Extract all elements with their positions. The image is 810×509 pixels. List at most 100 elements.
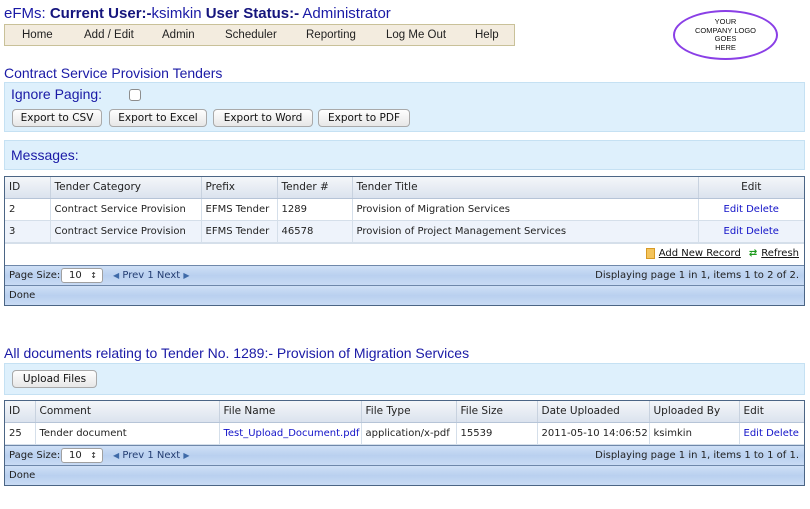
export-csv-button[interactable]: Export to CSV bbox=[12, 109, 102, 127]
page-size-value: 10 bbox=[69, 449, 82, 461]
cell-prefix: EFMS Tender bbox=[201, 220, 278, 243]
edit-link[interactable]: Edit bbox=[744, 428, 763, 439]
col-file-name[interactable]: File Name bbox=[219, 401, 362, 423]
export-pdf-button[interactable]: Export to PDF bbox=[318, 109, 410, 127]
status-text: Done bbox=[9, 469, 36, 481]
status-row: Done bbox=[5, 464, 804, 485]
ignore-paging-label: Ignore Paging: bbox=[11, 86, 103, 102]
cell-uploaded-by: ksimkin bbox=[649, 422, 740, 445]
cell-id: 2 bbox=[5, 198, 51, 221]
cell-actions: Edit Delete bbox=[698, 198, 804, 221]
logo-line: HERE bbox=[715, 42, 736, 52]
cell-file-type: application/x-pdf bbox=[361, 422, 457, 445]
nav-scheduler[interactable]: Scheduler bbox=[225, 29, 277, 41]
export-excel-button[interactable]: Export to Excel bbox=[109, 109, 207, 127]
main-nav: Home Add / Edit Admin Scheduler Reportin… bbox=[4, 24, 515, 46]
cell-id: 3 bbox=[5, 220, 51, 243]
add-record-icon bbox=[645, 247, 655, 259]
upload-files-button[interactable]: Upload Files bbox=[12, 370, 97, 388]
tenders-title: Contract Service Provision Tenders bbox=[4, 65, 223, 81]
cell-file-name: Test_Upload_Document.pdf bbox=[219, 422, 362, 445]
col-edit: Edit bbox=[698, 177, 804, 199]
nav-log-me-out[interactable]: Log Me Out bbox=[386, 29, 446, 41]
nav-help[interactable]: Help bbox=[475, 29, 499, 41]
delete-link[interactable]: Delete bbox=[746, 204, 779, 215]
cell-number: 1289 bbox=[277, 198, 353, 221]
col-tender-title[interactable]: Tender Title bbox=[352, 177, 699, 199]
app-header: eFMs: Current User:-ksimkin User Status:… bbox=[4, 5, 391, 22]
table-row[interactable]: 25 Tender document Test_Upload_Document.… bbox=[5, 422, 804, 445]
page-size-value: 10 bbox=[69, 269, 82, 281]
col-id[interactable]: ID bbox=[5, 401, 36, 423]
col-date-uploaded[interactable]: Date Uploaded bbox=[537, 401, 650, 423]
col-tender-category[interactable]: Tender Category bbox=[50, 177, 202, 199]
file-name-link[interactable]: Test_Upload_Document.pdf bbox=[224, 428, 360, 439]
refresh-link[interactable]: Refresh bbox=[761, 248, 799, 259]
app-name: eFMs: bbox=[4, 5, 46, 22]
pager-nav: ◀ Prev 1 Next ▶ bbox=[113, 450, 190, 461]
add-new-record-link[interactable]: Add New Record bbox=[659, 248, 741, 259]
cell-comment: Tender document bbox=[35, 422, 220, 445]
cell-file-size: 15539 bbox=[456, 422, 538, 445]
nav-reporting[interactable]: Reporting bbox=[306, 29, 356, 41]
table-row[interactable]: 2 Contract Service Provision EFMS Tender… bbox=[5, 198, 804, 221]
prev-link[interactable]: Prev bbox=[122, 450, 144, 461]
cell-category: Contract Service Provision bbox=[50, 220, 202, 243]
col-comment[interactable]: Comment bbox=[35, 401, 220, 423]
pager-nav: ◀ Prev 1 Next ▶ bbox=[113, 270, 190, 281]
nav-add-edit[interactable]: Add / Edit bbox=[84, 29, 134, 41]
cell-actions: Edit Delete bbox=[739, 422, 804, 445]
export-word-button[interactable]: Export to Word bbox=[213, 109, 313, 127]
next-arrow-icon[interactable]: ▶ bbox=[183, 451, 189, 460]
prev-arrow-icon[interactable]: ◀ bbox=[113, 271, 119, 280]
col-id[interactable]: ID bbox=[5, 177, 51, 199]
status-text: Done bbox=[9, 289, 36, 301]
paging-info: Displaying page 1 in 1, items 1 to 1 of … bbox=[595, 449, 799, 461]
status-row: Done bbox=[5, 284, 804, 305]
cell-title: Provision of Migration Services bbox=[352, 198, 699, 221]
cell-category: Contract Service Provision bbox=[50, 198, 202, 221]
col-file-size[interactable]: File Size bbox=[456, 401, 538, 423]
messages-label: Messages: bbox=[11, 147, 79, 163]
col-tender-number[interactable]: Tender # bbox=[277, 177, 353, 199]
user-status-label: User Status:- bbox=[205, 5, 300, 22]
nav-admin[interactable]: Admin bbox=[162, 29, 195, 41]
cell-date-uploaded: 2011-05-10 14:06:52 bbox=[537, 422, 650, 445]
edit-link[interactable]: Edit bbox=[724, 204, 743, 215]
cell-prefix: EFMS Tender bbox=[201, 198, 278, 221]
delete-link[interactable]: Delete bbox=[766, 428, 799, 439]
cell-actions: Edit Delete bbox=[698, 220, 804, 243]
col-edit: Edit bbox=[739, 401, 804, 423]
next-link[interactable]: Next bbox=[157, 450, 180, 461]
export-panel: Ignore Paging: Export to CSV Export to E… bbox=[4, 82, 805, 132]
page-size-label: Page Size: bbox=[9, 269, 61, 281]
company-logo: YOUR COMPANY LOGO GOES HERE bbox=[673, 10, 778, 60]
delete-link[interactable]: Delete bbox=[746, 226, 779, 237]
edit-link[interactable]: Edit bbox=[724, 226, 743, 237]
page-number[interactable]: 1 bbox=[147, 270, 153, 281]
cell-id: 25 bbox=[5, 422, 36, 445]
page-size-select[interactable]: 10 ↕ bbox=[61, 267, 103, 283]
next-arrow-icon[interactable]: ▶ bbox=[183, 271, 189, 280]
documents-header-row: ID Comment File Name File Type File Size… bbox=[5, 401, 804, 423]
current-user: ksimkin bbox=[151, 5, 202, 22]
ignore-paging-checkbox[interactable] bbox=[129, 89, 141, 101]
cell-number: 46578 bbox=[277, 220, 353, 243]
nav-home[interactable]: Home bbox=[22, 29, 53, 41]
upload-panel: Upload Files bbox=[4, 363, 805, 395]
command-row: Add New Record ⇄ Refresh bbox=[5, 242, 804, 265]
col-file-type[interactable]: File Type bbox=[361, 401, 457, 423]
pager-row: Page Size: 10 ↕ ◀ Prev 1 Next ▶ Displayi… bbox=[5, 264, 804, 285]
col-uploaded-by[interactable]: Uploaded By bbox=[649, 401, 740, 423]
page-number[interactable]: 1 bbox=[147, 450, 153, 461]
col-prefix[interactable]: Prefix bbox=[201, 177, 278, 199]
tenders-header-row: ID Tender Category Prefix Tender # Tende… bbox=[5, 177, 804, 199]
refresh-icon: ⇄ bbox=[748, 247, 758, 259]
cell-title: Provision of Project Management Services bbox=[352, 220, 699, 243]
prev-arrow-icon[interactable]: ◀ bbox=[113, 451, 119, 460]
next-link[interactable]: Next bbox=[157, 270, 180, 281]
prev-link[interactable]: Prev bbox=[122, 270, 144, 281]
page-size-label: Page Size: bbox=[9, 449, 61, 461]
page-size-select[interactable]: 10 ↕ bbox=[61, 447, 103, 463]
table-row[interactable]: 3 Contract Service Provision EFMS Tender… bbox=[5, 220, 804, 243]
